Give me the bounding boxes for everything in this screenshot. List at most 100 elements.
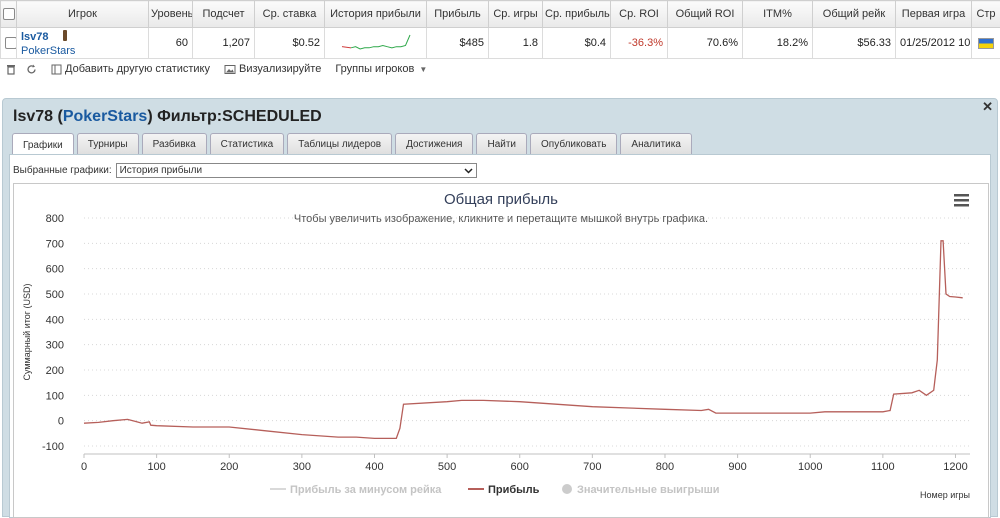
legend-item-big-wins[interactable]: Значительные выигрыши: [562, 484, 720, 496]
ukraine-flag-icon: [978, 38, 994, 49]
chart-selector-row: Выбранные графики: История прибыли: [13, 163, 477, 178]
player-groups-dropdown[interactable]: Группы игроков ▼: [335, 63, 427, 75]
row-checkbox[interactable]: [1, 28, 17, 59]
col-header-first-game[interactable]: Первая игра: [896, 1, 972, 28]
total-rake-cell: $56.33: [813, 28, 896, 59]
player-note-icon[interactable]: [63, 30, 67, 41]
legend-big-wins-label: Значительные выигрыши: [577, 484, 720, 496]
tab-analytics[interactable]: Аналитика: [620, 133, 692, 155]
x-tick-label: 700: [583, 461, 601, 473]
x-tick-label: 500: [438, 461, 456, 473]
tab-achievements[interactable]: Достижения: [395, 133, 473, 155]
country-cell: [972, 28, 1000, 59]
legend-item-rake[interactable]: Прибыль за минусом рейка: [270, 484, 442, 496]
image-icon: [224, 64, 236, 75]
profit-cell: $485: [427, 28, 489, 59]
level-cell: 60: [149, 28, 193, 59]
tab-tournaments[interactable]: Турниры: [77, 133, 139, 155]
col-header-total-roi[interactable]: Общий ROI: [668, 1, 743, 28]
table-row: lsv78 PokerStars 60 1,207 $0.52 $485 1.8…: [1, 28, 1000, 59]
tab-statistics[interactable]: Статистика: [210, 133, 285, 155]
tab-find[interactable]: Найти: [476, 133, 527, 155]
y-tick-label: 800: [46, 213, 64, 225]
panel-site-link[interactable]: PokerStars: [63, 108, 148, 125]
itm-cell: 18.2%: [743, 28, 813, 59]
col-header-avg-games[interactable]: Ср. игры: [489, 1, 543, 28]
visualize-button[interactable]: Визуализируйте: [224, 63, 321, 75]
legend-profit-label: Прибыль: [488, 484, 540, 496]
player-panel: ✕ lsv78 (PokerStars) Фильтр:SCHEDULED Гр…: [2, 98, 998, 517]
player-site-link[interactable]: PokerStars: [21, 45, 144, 57]
profit-sparkline: [340, 32, 412, 52]
count-cell: 1,207: [193, 28, 255, 59]
y-tick-label: 600: [46, 264, 64, 276]
stats-table: Игрок Уровень Подсчет Ср. ставка История…: [0, 0, 1000, 59]
legend-big-wins-dot-icon: [562, 484, 572, 494]
y-tick-label: 0: [58, 416, 64, 428]
x-tick-label: 600: [511, 461, 529, 473]
close-icon[interactable]: ✕: [982, 99, 993, 115]
y-tick-label: 300: [46, 340, 64, 352]
x-tick-label: 100: [147, 461, 165, 473]
profit-chart[interactable]: Общая прибыльЧтобы увеличить изображение…: [13, 183, 989, 518]
col-header-player[interactable]: Игрок: [17, 1, 149, 28]
caret-down-icon: ▼: [419, 65, 427, 74]
avg-games-cell: 1.8: [489, 28, 543, 59]
panel-filter: Фильтр:SCHEDULED: [157, 108, 322, 125]
add-stats-button[interactable]: Добавить другую статистику: [51, 63, 210, 75]
y-tick-label: 200: [46, 365, 64, 377]
add-columns-icon: [51, 64, 62, 75]
profit-chart-svg: Общая прибыльЧтобы увеличить изображение…: [14, 184, 988, 517]
legend-item-profit[interactable]: Прибыль: [468, 484, 540, 496]
delete-button[interactable]: [6, 64, 16, 75]
col-header-count[interactable]: Подсчет: [193, 1, 255, 28]
tab-publish[interactable]: Опубликовать: [530, 133, 617, 155]
col-header-itm[interactable]: ITM%: [743, 1, 813, 28]
avg-stake-cell: $0.52: [255, 28, 325, 59]
player-name-link[interactable]: lsv78: [21, 31, 49, 43]
select-all-checkbox[interactable]: [1, 1, 17, 28]
x-axis-label: Номер игры: [920, 490, 970, 500]
x-tick-label: 800: [656, 461, 674, 473]
x-tick-label: 0: [81, 461, 87, 473]
y-tick-label: 400: [46, 314, 64, 326]
first-game-cell: 01/25/2012 10: [896, 28, 972, 59]
col-header-avg-profit[interactable]: Ср. прибыль: [543, 1, 611, 28]
x-tick-label: 900: [728, 461, 746, 473]
col-header-level[interactable]: Уровень: [149, 1, 193, 28]
total-roi-cell: 70.6%: [668, 28, 743, 59]
y-axis-label: Суммарный итог (USD): [22, 283, 32, 380]
sparkline-up-segment: [351, 35, 410, 49]
x-tick-label: 1000: [798, 461, 822, 473]
x-tick-label: 1200: [943, 461, 967, 473]
player-cell: lsv78 PokerStars: [17, 28, 149, 59]
panel-tabs: Графики Турниры Разбивка Статистика Табл…: [12, 133, 695, 155]
chart-legend: Прибыль за минусом рейка Прибыль Значитель…: [270, 484, 720, 496]
tab-charts[interactable]: Графики: [12, 133, 74, 156]
tab-leaderboards[interactable]: Таблицы лидеров: [287, 133, 392, 155]
chart-select-value: История прибыли: [120, 165, 202, 176]
refresh-button[interactable]: [26, 64, 37, 75]
profit-history-cell[interactable]: [325, 28, 427, 59]
table-toolbar: Добавить другую статистику Визуализируйт…: [0, 59, 1000, 79]
x-tick-label: 200: [220, 461, 238, 473]
y-tick-label: 100: [46, 390, 64, 402]
tab-breakdown[interactable]: Разбивка: [142, 133, 207, 155]
chart-menu-icon[interactable]: [954, 194, 969, 207]
y-tick-label: 700: [46, 238, 64, 250]
profit-series-line: [84, 241, 963, 439]
col-header-country[interactable]: Стр: [972, 1, 1000, 28]
col-header-avg-roi[interactable]: Ср. ROI: [611, 1, 668, 28]
charts-tab-content: Выбранные графики: История прибыли Общая…: [9, 154, 991, 518]
chart-subtitle: Чтобы увеличить изображение, кликните и …: [294, 213, 708, 225]
col-header-profit-history[interactable]: История прибыли: [325, 1, 427, 28]
y-tick-label: 500: [46, 289, 64, 301]
chart-select[interactable]: История прибыли: [116, 163, 477, 178]
col-header-avg-stake[interactable]: Ср. ставка: [255, 1, 325, 28]
add-stats-label: Добавить другую статистику: [65, 63, 210, 75]
col-header-profit[interactable]: Прибыль: [427, 1, 489, 28]
avg-roi-cell: -36.3%: [611, 28, 668, 59]
col-header-total-rake[interactable]: Общий рейк: [813, 1, 896, 28]
refresh-icon: [26, 64, 37, 75]
trash-icon: [6, 64, 16, 75]
